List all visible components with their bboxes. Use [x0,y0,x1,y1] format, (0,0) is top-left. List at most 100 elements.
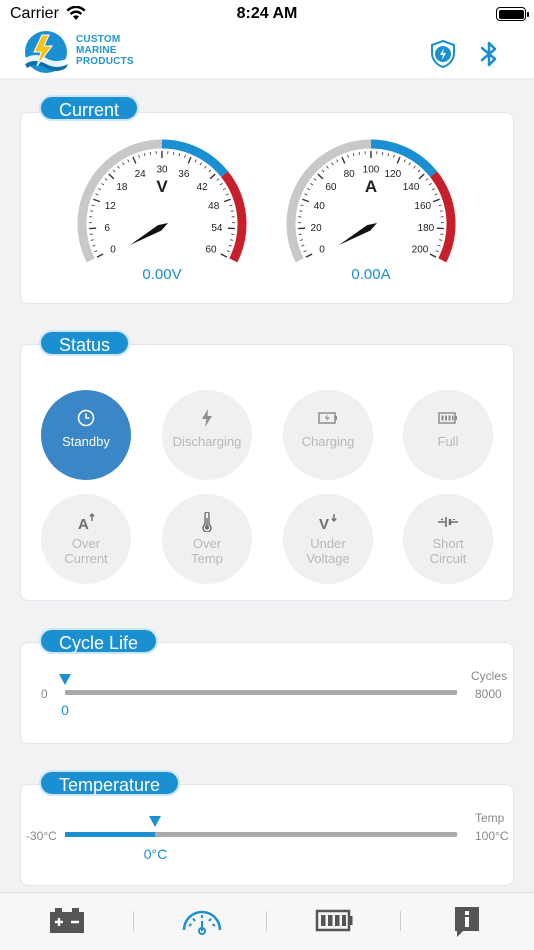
gauge-tick [108,173,115,180]
gauge-tick-label: 180 [418,223,435,234]
logo-line-products: PRODUCTS [76,56,134,67]
gauge-tick-label: 24 [135,169,147,180]
gauge-tick [228,244,232,247]
gauge-tick [300,204,304,207]
custom-marine-logo-icon [25,31,68,73]
tab-gauges[interactable] [155,899,245,945]
gauge-tick [429,253,437,258]
gauge-tick [439,210,443,212]
gauge-tick [352,153,355,157]
gauge-arc-normal [286,139,372,263]
battery-charging-icon [318,412,337,424]
gauge-tick-label: 42 [197,182,209,193]
gauge-tick [305,253,313,258]
clock-time: 8:24 AM [236,5,298,22]
gauge-tick-label: 60 [205,244,217,255]
gauge-tick [413,165,416,169]
volt-down-icon: V [319,514,337,532]
gauge-tick [302,198,310,203]
status-bar: Carrier 8:24 AM [0,0,534,28]
gauge-tick-label: 20 [311,223,323,234]
status-full: Full [403,390,493,480]
gauge-tick [317,173,324,180]
battery-full-icon [438,412,457,424]
gauge-tick [418,173,425,180]
gauge-tick [112,169,116,173]
status-label: Over [192,536,222,551]
gauge-tick [229,204,233,207]
status-title: Status [39,330,131,356]
status-label: Current [64,551,108,566]
battery-status-icon [496,7,529,21]
gauge-tick [439,239,443,241]
gauge-tick-label: 54 [211,223,223,234]
temperature-title: Temperature [39,770,181,796]
gauge-tick [194,159,197,163]
gauge-tick [93,198,101,203]
gauge-tick [347,154,349,158]
gauge-needle [130,223,168,245]
tab-info[interactable] [422,899,512,945]
temperature-value: 0°C [143,846,168,862]
gauge-tick [222,188,226,191]
gauge-tick-label: 160 [414,201,431,212]
cycle-max: 8000 [475,687,502,701]
gauge-tick-label: 140 [403,182,420,193]
logo-line-custom: CUSTOM [76,34,121,45]
cycle-life-value: 0 [61,702,69,718]
voltage-readout: 0.00V [142,266,182,283]
gauge-tick [98,188,102,191]
cycle-max-label: Cycles [471,669,508,683]
status-over-current: A Over Current [41,494,131,584]
amp-up-icon: A [78,512,95,532]
gauge-tick-label: 6 [104,223,110,234]
gauge-tick [91,204,95,207]
gauge-tick [226,250,230,253]
temperature-fill [65,832,156,837]
tab-battery[interactable] [22,899,112,945]
gauge-tick [219,183,223,186]
status-label: Under [310,536,346,551]
gauge-tick [92,244,96,247]
gauge-tick [434,193,438,196]
gauge-unit: V [156,177,168,196]
gauge-tick [307,188,311,191]
gauge-tick [326,165,329,169]
gauge-arc-high [430,171,456,263]
gauge-icon [182,910,222,935]
amp-gauge: 0 20 40 60 80 100 120140 160 180 200 A [286,139,456,263]
battery-level-icon [315,909,353,932]
bluetooth-icon[interactable] [480,40,498,68]
status-charging: Charging [283,390,373,480]
gauge-tick [301,244,305,247]
shield-bolt-icon[interactable] [430,40,456,68]
svg-text:A: A [78,516,89,532]
temp-min: -30°C [26,829,57,843]
temp-max: 100°C [475,829,509,843]
gauge-tick [132,156,137,164]
status-label: Voltage [306,551,350,566]
gauge-tick [336,159,339,163]
tab-battery-level[interactable] [290,899,380,945]
gauge-tick [310,183,314,186]
gauge-tick [438,204,442,207]
amp-readout: 0.00A [351,266,391,283]
gauge-tick-label: 120 [384,169,401,180]
gauge-tick [220,253,228,258]
gauge-tick-label: 36 [178,169,190,180]
gauge-tick [431,188,435,191]
gauge-tick [90,210,94,212]
gauge-tick [178,153,181,157]
gauge-tick [117,165,120,169]
gauge-tick [396,156,401,164]
gauge-tick [230,239,234,241]
short-circuit-icon [438,517,458,527]
lightning-icon [202,409,212,427]
gauge-arc-mid [370,139,438,178]
status-label: Charging [301,434,355,449]
voltage-gauge: 06 12 18 24 30 36 42 48 54 60 V [77,139,247,263]
gauge-tick [331,162,334,166]
gauge-tick [435,250,439,253]
gauge-tick-label: 60 [325,182,337,193]
gauge-tick [299,239,303,241]
